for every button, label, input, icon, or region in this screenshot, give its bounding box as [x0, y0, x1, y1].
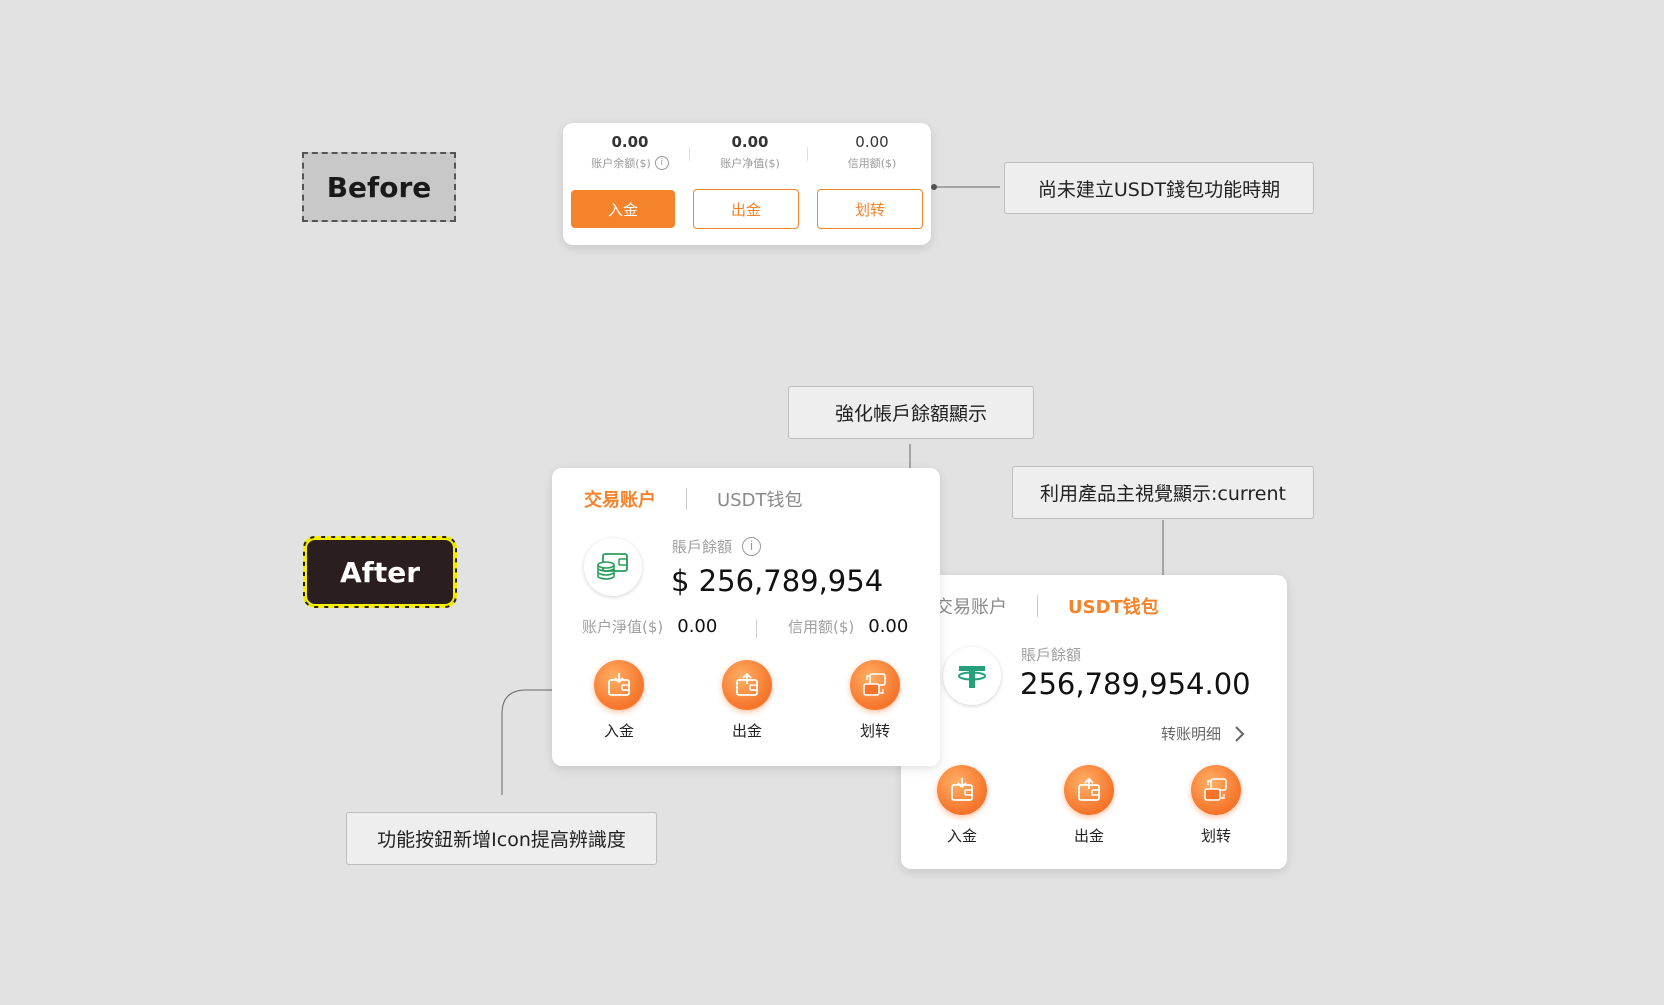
chevron-right-icon: [1235, 725, 1245, 742]
tab-usdt-wallet[interactable]: USDT钱包: [717, 486, 802, 512]
withdraw-button[interactable]: 出金: [693, 189, 799, 229]
tab-divider: [686, 488, 687, 510]
divider: [807, 147, 808, 161]
tab-divider: [1037, 595, 1038, 617]
action-label: 出金: [1073, 827, 1104, 845]
divider: [756, 620, 757, 638]
wallet-withdraw-icon: [1064, 765, 1114, 815]
stat-credit: 0.00 信用额($): [817, 133, 927, 171]
after-label: After: [303, 536, 457, 608]
stat-value: 0.00: [731, 133, 769, 151]
wallet-coins-icon: [584, 538, 642, 596]
info-icon[interactable]: i: [654, 156, 669, 170]
credit-label: 信用额($): [788, 618, 855, 636]
stat-label: 信用额($): [847, 157, 897, 170]
stat-label: 账户余额($): [591, 157, 651, 170]
withdraw-action[interactable]: 出金: [1044, 765, 1134, 846]
credit-value: 0.00: [868, 616, 909, 637]
balance-label: 賬戶餘額: [1021, 646, 1082, 664]
action-label: 划转: [859, 722, 890, 740]
action-label: 入金: [603, 722, 634, 740]
action-label: 出金: [731, 722, 762, 740]
before-account-card: 0.00 账户余额($) i 0.00 账户净值($) 0.00 信用额($) 入…: [563, 123, 931, 245]
transfer-detail-link[interactable]: 转账明细: [1161, 723, 1245, 744]
wallet-transfer-icon: [850, 660, 900, 710]
deposit-action[interactable]: 入金: [917, 765, 1007, 846]
equity-label: 账户淨值($): [582, 618, 664, 636]
wallet-withdraw-icon: [722, 660, 772, 710]
tether-icon: [943, 647, 1001, 705]
balance-value: 256,789,954.00: [1020, 667, 1251, 701]
tab-usdt-wallet[interactable]: USDT钱包: [1068, 593, 1159, 619]
stat-balance: 0.00 账户余额($) i: [575, 133, 685, 171]
withdraw-action[interactable]: 出金: [702, 660, 792, 741]
wallet-transfer-icon: [1191, 765, 1241, 815]
balance-label-row: 賬戶餘額 i: [672, 536, 762, 557]
balance-label: 賬戶餘額: [672, 538, 733, 556]
note-balance-highlight: 強化帳戶餘額顯示: [788, 386, 1034, 439]
deposit-action[interactable]: 入金: [574, 660, 664, 741]
equity-value: 0.00: [677, 616, 718, 637]
stat-value: 0.00: [611, 133, 649, 151]
equity-row: 账户淨值($) 0.00: [582, 616, 717, 637]
transfer-action[interactable]: 划转: [830, 660, 920, 741]
transfer-action[interactable]: 划转: [1171, 765, 1261, 846]
stat-equity: 0.00 账户净值($): [695, 133, 805, 171]
note-before-period: 尚未建立USDT錢包功能時期: [1004, 162, 1314, 214]
note-visual-current: 利用產品主視覺顯示:current: [1012, 466, 1314, 519]
action-label: 入金: [946, 827, 977, 845]
tab-trading-account[interactable]: 交易账户: [584, 486, 656, 512]
stat-label: 账户净值($): [720, 157, 780, 170]
stat-value: 0.00: [855, 133, 889, 151]
note-icon-buttons: 功能按鈕新增Icon提高辨識度: [346, 812, 657, 865]
deposit-button[interactable]: 入金: [571, 190, 675, 228]
before-label: Before: [302, 152, 456, 222]
balance-value: $ 256,789,954: [671, 564, 884, 598]
divider: [689, 147, 690, 161]
transfer-detail-label: 转账明细: [1161, 725, 1222, 743]
credit-row: 信用额($) 0.00: [788, 616, 908, 637]
usdt-wallet-card: 交易账户 USDT钱包 賬戶餘額 256,789,954.00 转账明细 入金 …: [901, 575, 1287, 869]
account-tabs: 交易账户 USDT钱包: [584, 486, 802, 512]
account-tabs: 交易账户 USDT钱包: [935, 593, 1159, 619]
info-icon[interactable]: i: [742, 537, 762, 556]
wallet-deposit-icon: [937, 765, 987, 815]
trading-account-card: 交易账户 USDT钱包 賬戶餘額 i $ 256,789,954 账户淨值($)…: [552, 468, 940, 766]
transfer-button[interactable]: 划转: [817, 189, 923, 229]
tab-trading-account[interactable]: 交易账户: [935, 593, 1007, 619]
action-label: 划转: [1200, 827, 1231, 845]
wallet-deposit-icon: [594, 660, 644, 710]
